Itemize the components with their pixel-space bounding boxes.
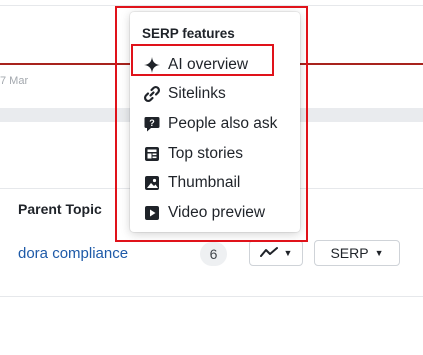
table-row-divider <box>0 296 423 297</box>
top-divider <box>0 5 423 6</box>
chevron-down-icon: ▼ <box>283 248 293 258</box>
trend-dropdown-button[interactable]: ▼ <box>249 240 303 266</box>
question-bubble-icon: ? <box>142 114 162 134</box>
serp-item-label: Sitelinks <box>168 85 226 103</box>
serp-item-ai-overview[interactable]: AI overview <box>142 50 300 80</box>
serp-item-label: Thumbnail <box>168 174 241 192</box>
serp-item-label: Top stories <box>168 144 243 162</box>
serp-item-thumbnail[interactable]: Thumbnail <box>142 168 300 198</box>
news-icon <box>142 144 162 164</box>
serp-button-label: SERP <box>330 245 369 261</box>
serp-item-top-stories[interactable]: Top stories <box>142 139 300 169</box>
serp-item-sitelinks[interactable]: Sitelinks <box>142 80 300 110</box>
svg-text:?: ? <box>149 118 155 128</box>
sparkle-icon <box>142 55 162 75</box>
play-icon <box>142 203 162 223</box>
topic-count-badge: 6 <box>200 242 227 266</box>
chart-date-label: 7 Mar <box>0 75 29 87</box>
chevron-down-icon: ▼ <box>374 248 384 258</box>
serp-item-label: Video preview <box>168 203 266 221</box>
trend-icon <box>259 245 278 261</box>
serp-item-video-preview[interactable]: Video preview <box>142 198 300 228</box>
popup-title: SERP features <box>142 26 235 41</box>
serp-item-label: People also ask <box>168 114 278 132</box>
link-icon <box>142 84 162 104</box>
serp-dropdown-button[interactable]: SERP ▼ <box>314 240 400 266</box>
parent-topic-link[interactable]: dora compliance <box>18 245 128 262</box>
serp-item-label: AI overview <box>168 55 249 73</box>
serp-item-people-also-ask[interactable]: ? People also ask <box>142 109 300 139</box>
serp-features-popup: SERP features AI overview Sitelinks ? Pe… <box>130 12 300 232</box>
column-header-parent-topic: Parent Topic <box>18 201 102 217</box>
image-icon <box>142 173 162 193</box>
